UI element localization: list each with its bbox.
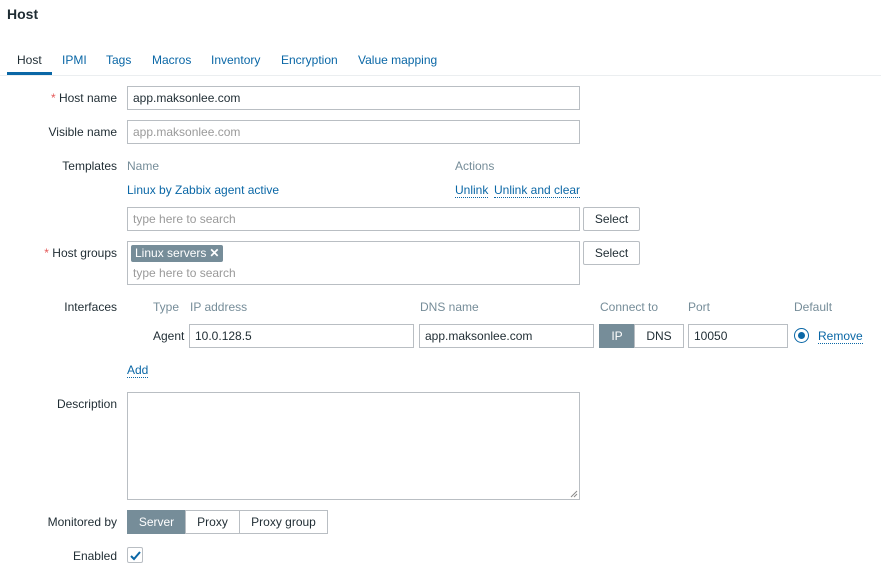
host-groups-multiselect[interactable]: Linux servers ✕ type here to search [127,241,580,285]
chip-remove-icon[interactable]: ✕ [209,246,219,260]
interface-port-input[interactable] [688,324,788,348]
host-name-input[interactable] [127,86,580,110]
interfaces-ip-header: IP address [190,300,248,314]
required-mark: * [50,91,56,105]
monitored-by-server[interactable]: Server [127,510,186,534]
interface-ip-input[interactable] [189,324,414,348]
templates-actions-header: Actions [455,159,495,173]
enabled-label: Enabled [72,549,117,563]
host-group-chip: Linux servers ✕ [131,245,224,262]
monitored-by-label: Monitored by [47,515,117,529]
interface-remove-link[interactable]: Remove [818,329,863,344]
tab-bar: Host IPMI Tags Macros Inventory Encrypti… [0,50,881,76]
interfaces-dns-header: DNS name [420,300,479,314]
monitored-by-proxy-group[interactable]: Proxy group [239,510,328,534]
interfaces-connect-header: Connect to [600,300,659,314]
host-groups-search-input[interactable]: type here to search [133,266,236,280]
description-textarea[interactable] [127,392,580,500]
visible-name-label: Visible name [48,125,117,139]
checkmark-icon [130,551,141,561]
host-groups-label-text: Host groups [52,246,117,260]
tab-value-mapping[interactable]: Value mapping [358,53,437,67]
description-label: Description [56,397,117,411]
required-mark: * [44,246,49,260]
tab-inventory[interactable]: Inventory [211,53,260,67]
templates-select-button[interactable]: Select [583,207,640,231]
host-group-chip-label: Linux servers [135,246,207,260]
resize-grip-icon[interactable] [570,490,578,498]
connect-ip-toggle[interactable]: IP [599,324,635,348]
interface-type: Agent [153,329,185,343]
active-tab-indicator [7,72,52,75]
visible-name-input[interactable] [127,120,580,144]
templates-label: Templates [62,159,117,173]
host-name-label-text: Host name [58,91,117,105]
connect-dns-toggle[interactable]: DNS [634,324,684,348]
templates-search-input[interactable] [127,207,580,231]
templates-name-header: Name [127,159,160,173]
host-groups-label: * Host groups [44,246,117,260]
interface-default-radio[interactable] [794,328,809,343]
interfaces-port-header: Port [688,300,711,314]
tab-ipmi[interactable]: IPMI [62,53,87,67]
tab-macros[interactable]: Macros [152,53,191,67]
tab-encryption[interactable]: Encryption [281,53,338,67]
interface-add-link[interactable]: Add [127,363,149,378]
tab-tags[interactable]: Tags [106,53,131,67]
template-link[interactable]: Linux by Zabbix agent active [127,183,279,197]
page-title: Host [7,6,39,22]
interfaces-default-header: Default [794,300,833,314]
monitored-by-proxy[interactable]: Proxy [185,510,240,534]
interfaces-type-header: Type [153,300,180,314]
host-name-label: * Host name [51,91,117,105]
unlink-and-clear-link[interactable]: Unlink and clear [494,183,581,198]
tab-host[interactable]: Host [17,53,42,67]
interface-dns-input[interactable] [419,324,594,348]
enabled-checkbox[interactable] [127,547,143,563]
host-groups-select-button[interactable]: Select [583,241,640,265]
interfaces-label: Interfaces [64,300,117,314]
unlink-link[interactable]: Unlink [455,183,489,198]
